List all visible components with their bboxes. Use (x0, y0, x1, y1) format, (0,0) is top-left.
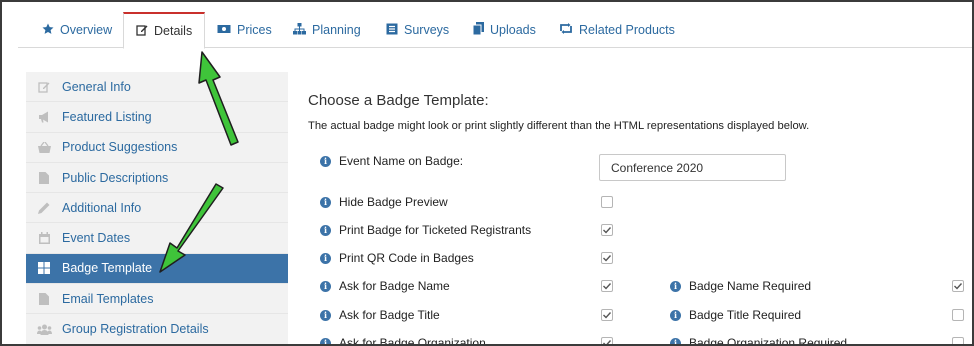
info-icon[interactable]: i (320, 224, 331, 236)
tab-overview[interactable]: Overview (42, 12, 112, 48)
hide-badge-preview-checkbox[interactable] (601, 196, 613, 208)
required-option-row: i Badge Name Required (670, 276, 811, 296)
grid-icon (26, 262, 62, 275)
info-icon[interactable]: i (320, 309, 331, 321)
tab-label: Surveys (404, 23, 450, 37)
edit-icon (26, 81, 62, 93)
basket-icon (26, 141, 62, 153)
app-window: Overview Details Prices Planning Surveys (0, 0, 974, 346)
bullhorn-icon (26, 111, 62, 123)
list-icon (386, 23, 398, 38)
option-row: i Ask for Badge Organization (320, 333, 486, 346)
sidebar-item-label: General Info (62, 79, 131, 94)
page-description: The actual badge might look or print sli… (308, 120, 810, 132)
option-label: Badge Organization Required (689, 336, 848, 346)
tab-label: Related Products (579, 23, 675, 37)
info-icon[interactable]: i (320, 337, 331, 344)
money-icon (217, 23, 231, 37)
print-badge-ticketed-checkbox[interactable] (601, 224, 613, 236)
sidebar-item-badge-template[interactable]: Badge Template (26, 253, 288, 285)
tab-prices[interactable]: Prices (217, 12, 272, 48)
calendar-icon (26, 232, 62, 245)
option-row: i Ask for Badge Name (320, 276, 450, 296)
sidebar-item-featured-listing[interactable]: Featured Listing (26, 102, 288, 133)
option-label: Badge Name Required (689, 279, 812, 293)
sidebar-item-label: Product Suggestions (62, 140, 178, 155)
info-icon[interactable]: i (670, 309, 681, 321)
ask-badge-name-checkbox[interactable] (601, 280, 613, 292)
edit-icon (136, 24, 148, 39)
tab-label: Overview (60, 23, 113, 37)
tab-label: Prices (237, 23, 272, 37)
files-icon (472, 22, 484, 38)
sidebar: General Info Featured Listing Product Su… (26, 72, 288, 344)
retweet-icon (559, 23, 573, 37)
file-icon (26, 292, 62, 305)
info-icon[interactable]: i (320, 252, 331, 264)
option-label: Hide Badge Preview (339, 195, 448, 209)
sidebar-item-email-templates[interactable]: Email Templates (26, 284, 288, 315)
option-row: i Print Badge for Ticketed Registrants (320, 220, 531, 240)
tab-label: Planning (312, 23, 361, 37)
sidebar-item-label: Event Dates (62, 231, 131, 246)
option-row: i Ask for Badge Title (320, 305, 440, 325)
badge-title-required-checkbox[interactable] (952, 309, 964, 321)
sitemap-icon (293, 22, 306, 38)
sidebar-item-event-dates[interactable]: Event Dates (26, 223, 288, 254)
info-icon[interactable]: i (670, 280, 681, 292)
required-option-row: i Badge Title Required (670, 305, 801, 325)
ask-badge-title-checkbox[interactable] (601, 309, 613, 321)
option-label: Ask for Badge Name (339, 279, 450, 293)
info-icon[interactable]: i (320, 155, 331, 167)
sidebar-item-public-descriptions[interactable]: Public Descriptions (26, 163, 288, 194)
required-option-row: i Badge Organization Required (670, 333, 848, 346)
sidebar-item-label: Public Descriptions (62, 170, 169, 185)
sidebar-item-additional-info[interactable]: Additional Info (26, 193, 288, 224)
option-row: i Print QR Code in Badges (320, 248, 474, 268)
option-label: Ask for Badge Organization (339, 336, 486, 346)
print-qr-code-checkbox[interactable] (601, 252, 613, 264)
sidebar-item-label: Badge Template (62, 261, 153, 276)
page-title: Choose a Badge Template: (308, 92, 489, 109)
event-name-label: Event Name on Badge: (339, 154, 464, 168)
info-icon[interactable]: i (670, 337, 681, 344)
info-icon[interactable]: i (320, 196, 331, 208)
file-icon (26, 171, 62, 184)
tab-planning[interactable]: Planning (293, 12, 361, 48)
tab-label: Uploads (490, 23, 536, 37)
sidebar-item-label: Group Registration Details (62, 322, 209, 337)
option-row: i Hide Badge Preview (320, 192, 448, 212)
tab-related-products[interactable]: Related Products (559, 12, 675, 48)
sidebar-item-label: Additional Info (62, 200, 142, 215)
tab-label: Details (154, 24, 193, 38)
tab-uploads[interactable]: Uploads (472, 12, 536, 48)
badge-organization-required-checkbox[interactable] (952, 337, 964, 344)
event-name-input[interactable]: Conference 2020 (599, 154, 786, 181)
option-label: Print QR Code in Badges (339, 251, 474, 265)
sidebar-item-product-suggestions[interactable]: Product Suggestions (26, 133, 288, 163)
event-name-row: i Event Name on Badge: (320, 151, 463, 171)
badge-template-panel: Choose a Badge Template: The actual badg… (288, 72, 972, 346)
sidebar-item-label: Email Templates (62, 291, 154, 306)
star-icon (42, 23, 54, 38)
sidebar-item-general-info[interactable]: General Info (26, 72, 288, 103)
pencil-icon (26, 202, 62, 214)
option-label: Ask for Badge Title (339, 308, 440, 322)
ask-badge-organization-checkbox[interactable] (601, 337, 613, 344)
tab-details[interactable]: Details (123, 12, 206, 49)
sidebar-item-group-registration-details[interactable]: Group Registration Details (26, 314, 288, 344)
badge-name-required-checkbox[interactable] (952, 280, 964, 292)
info-icon[interactable]: i (320, 280, 331, 292)
tab-bar: Overview Details Prices Planning Surveys (18, 2, 972, 49)
users-icon (26, 324, 62, 335)
option-label: Print Badge for Ticketed Registrants (339, 223, 532, 237)
sidebar-item-label: Featured Listing (62, 109, 152, 124)
tab-surveys[interactable]: Surveys (386, 12, 449, 48)
option-label: Badge Title Required (689, 308, 802, 322)
